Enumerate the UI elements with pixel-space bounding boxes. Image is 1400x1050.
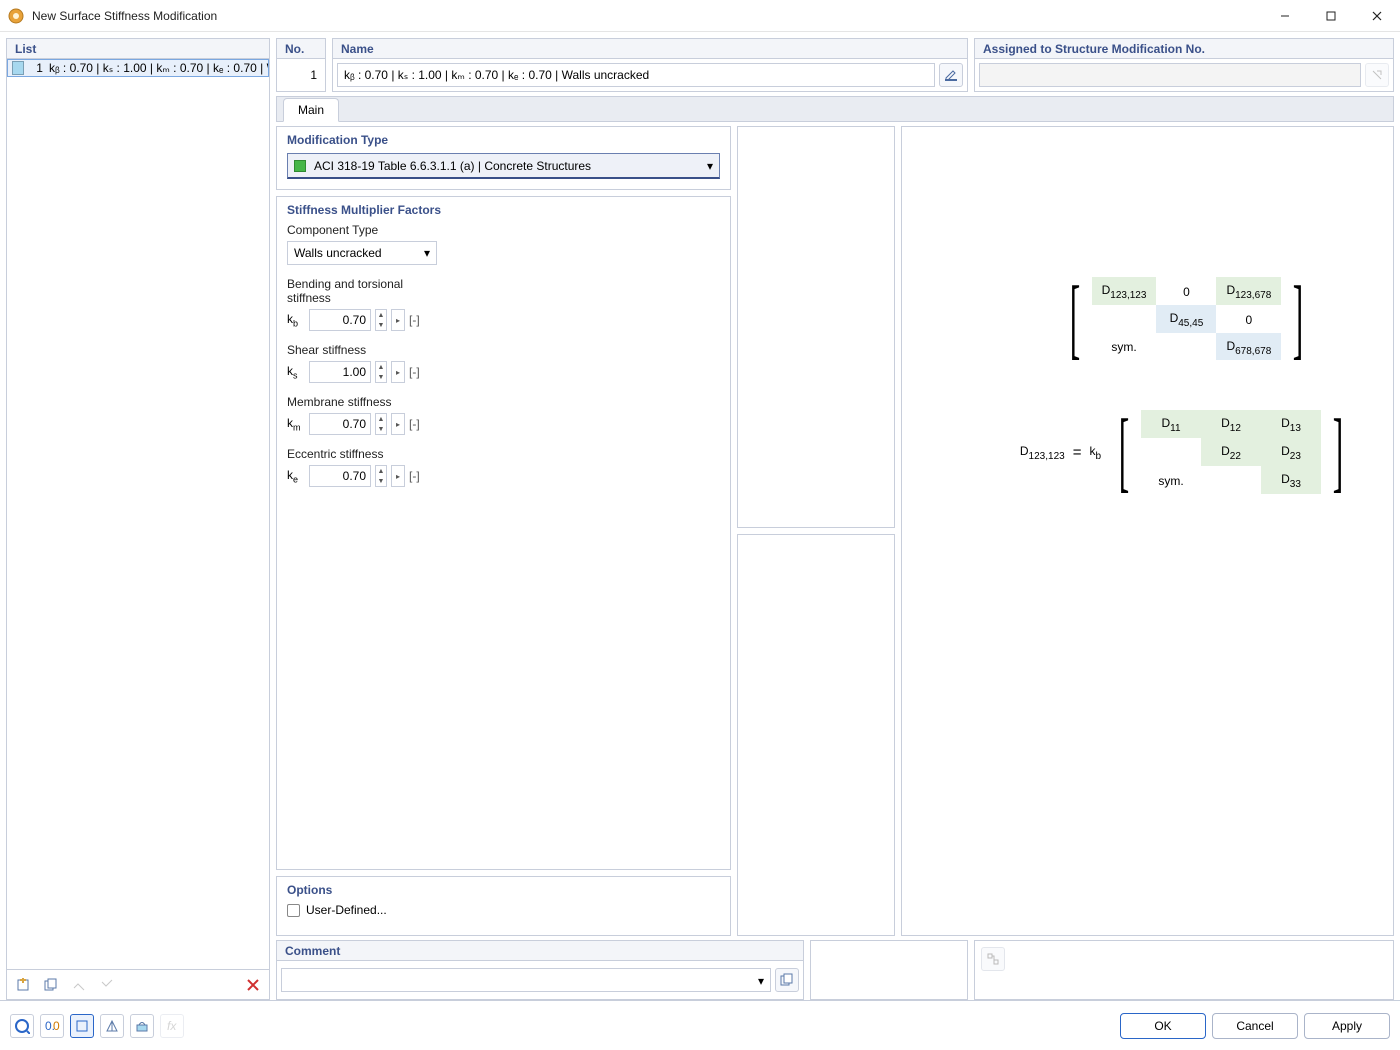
mid-top-placeholder (737, 126, 895, 528)
ke-input[interactable] (309, 465, 371, 487)
include-icon (67, 973, 91, 997)
modification-type-section: Modification Type ACI 318-19 Table 6.6.3… (276, 126, 731, 190)
units-icon[interactable]: 0.00 (40, 1014, 64, 1038)
minimize-button[interactable] (1262, 0, 1308, 32)
svg-text:00: 00 (53, 1019, 60, 1033)
ks-input[interactable] (309, 361, 371, 383)
kb-symbol: kb (287, 312, 305, 328)
assigned-input (979, 63, 1361, 87)
list-item-swatch (12, 61, 24, 75)
copy-item-icon[interactable] (39, 973, 63, 997)
mid-placeholder (737, 534, 895, 936)
km-unit: [-] (409, 417, 420, 431)
ks-symbol: ks (287, 364, 305, 380)
diagram-settings-icon[interactable] (981, 947, 1005, 971)
help-icon[interactable] (10, 1014, 34, 1038)
comment-combo[interactable]: ▾ (281, 968, 771, 992)
view-mode-3-icon[interactable] (130, 1014, 154, 1038)
component-type-value: Walls uncracked (294, 246, 382, 260)
user-defined-label: User-Defined... (306, 903, 387, 917)
comment-library-icon[interactable] (775, 968, 799, 992)
name-input[interactable] (337, 63, 935, 87)
component-type-combo[interactable]: Walls uncracked ▾ (287, 241, 437, 265)
exclude-icon (95, 973, 119, 997)
tab-main[interactable]: Main (283, 98, 339, 122)
name-header: Name (332, 38, 968, 58)
ke-unit: [-] (409, 469, 420, 483)
list-body: 1 kᵦ : 0.70 | kₛ : 1.00 | kₘ : 0.70 | kₑ… (6, 58, 270, 970)
component-type-label: Component Type (287, 223, 447, 237)
stiffness-title: Stiffness Multiplier Factors (287, 203, 720, 217)
ks-spinner[interactable]: ▲▼ (375, 361, 387, 383)
window-title: New Surface Stiffness Modification (32, 9, 1262, 23)
user-defined-checkbox[interactable] (287, 904, 300, 917)
kb-input[interactable] (309, 309, 371, 331)
modification-type-value: ACI 318-19 Table 6.6.3.1.1 (a) | Concret… (314, 159, 591, 173)
chevron-down-icon: ▾ (758, 974, 764, 988)
options-section: Options User-Defined... (276, 876, 731, 936)
app-icon (8, 8, 24, 24)
matrix-2: D11 D12 D13 D22 D23 sym (1141, 410, 1321, 493)
view-mode-2-icon[interactable] (100, 1014, 124, 1038)
delete-icon[interactable] (241, 973, 265, 997)
modtype-color-swatch (294, 160, 306, 172)
comment-right-panel (974, 940, 1394, 1000)
diagram-panel: [ D123,123 0 D123,678 D45,45 0 (901, 126, 1394, 936)
stiffness-section: Stiffness Multiplier Factors Component T… (276, 196, 731, 870)
bending-label: Bending and torsional stiffness (287, 277, 447, 305)
no-header: No. (276, 38, 326, 58)
options-title: Options (287, 883, 720, 897)
km-more-icon[interactable]: ▸ (391, 413, 405, 435)
close-button[interactable] (1354, 0, 1400, 32)
modification-type-title: Modification Type (287, 133, 720, 147)
kb-spinner[interactable]: ▲▼ (375, 309, 387, 331)
chevron-down-icon: ▾ (424, 246, 430, 260)
assigned-header: Assigned to Structure Modification No. (974, 38, 1394, 58)
no-value: 1 (276, 58, 326, 92)
km-spinner[interactable]: ▲▼ (375, 413, 387, 435)
tab-bar: Main (276, 96, 1394, 122)
kb-more-icon[interactable]: ▸ (391, 309, 405, 331)
new-item-icon[interactable] (11, 973, 35, 997)
chevron-down-icon: ▾ (707, 159, 713, 173)
bottom-bar: 0.00 fx OK Cancel Apply (0, 1000, 1400, 1050)
shear-label: Shear stiffness (287, 343, 447, 357)
view-mode-1-icon[interactable] (70, 1014, 94, 1038)
ke-symbol: ke (287, 468, 305, 484)
comment-header: Comment (276, 940, 804, 960)
matrix-equation: D123,123 = kb [ D11 D12 D13 (1020, 410, 1353, 493)
apply-button[interactable]: Apply (1304, 1013, 1390, 1039)
title-bar: New Surface Stiffness Modification (0, 0, 1400, 32)
kb-unit: [-] (409, 313, 420, 327)
svg-text:fx: fx (167, 1019, 177, 1033)
list-toolbar (6, 970, 270, 1000)
modification-type-combo[interactable]: ACI 318-19 Table 6.6.3.1.1 (a) | Concret… (287, 153, 720, 179)
maximize-button[interactable] (1308, 0, 1354, 32)
list-item-number: 1 (28, 61, 43, 75)
list-header: List (6, 38, 270, 58)
eccentric-label: Eccentric stiffness (287, 447, 447, 461)
ke-more-icon[interactable]: ▸ (391, 465, 405, 487)
script-icon: fx (160, 1014, 184, 1038)
km-symbol: km (287, 416, 305, 432)
membrane-label: Membrane stiffness (287, 395, 447, 409)
ks-unit: [-] (409, 365, 420, 379)
ok-button[interactable]: OK (1120, 1013, 1206, 1039)
list-item-text: kᵦ : 0.70 | kₛ : 1.00 | kₘ : 0.70 | kₑ :… (49, 61, 268, 75)
list-item[interactable]: 1 kᵦ : 0.70 | kₛ : 1.00 | kₘ : 0.70 | kₑ… (7, 59, 269, 77)
ke-spinner[interactable]: ▲▼ (375, 465, 387, 487)
edit-name-icon[interactable] (939, 63, 963, 87)
matrix-1: D123,123 0 D123,678 D45,45 0 sym. (1092, 277, 1282, 360)
ks-more-icon[interactable]: ▸ (391, 361, 405, 383)
km-input[interactable] (309, 413, 371, 435)
comment-side-placeholder (810, 940, 968, 1000)
cancel-button[interactable]: Cancel (1212, 1013, 1298, 1039)
pick-assigned-icon (1365, 63, 1389, 87)
